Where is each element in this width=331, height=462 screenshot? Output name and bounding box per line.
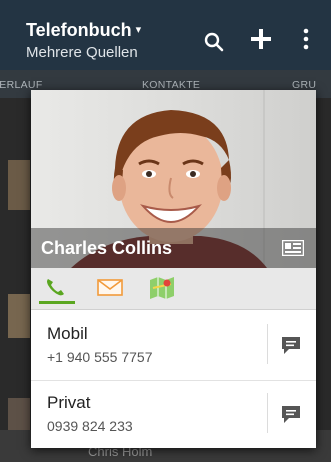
entry-phone-number: +1 940 555 7757 xyxy=(47,349,153,365)
contact-method-tabs xyxy=(31,268,316,310)
app-title-text: Telefonbuch xyxy=(26,20,132,40)
tab-map[interactable] xyxy=(145,274,181,304)
entry-phone-number: 0939 824 233 xyxy=(47,418,133,434)
phone-icon xyxy=(47,279,64,296)
entry-label: Privat xyxy=(47,393,91,412)
contact-name-bar: Charles Collins xyxy=(31,228,316,268)
app-subtitle: Mehrere Quellen xyxy=(26,44,138,61)
entry-label: Mobil xyxy=(47,324,88,343)
tab-phone[interactable] xyxy=(39,274,75,304)
contact-name: Charles Collins xyxy=(41,238,173,258)
phone-entry-home[interactable]: Privat 0939 824 233 xyxy=(31,380,316,448)
divider xyxy=(267,393,268,433)
add-contact-button[interactable] xyxy=(250,28,272,52)
mail-icon xyxy=(97,279,123,296)
message-icon[interactable] xyxy=(280,403,302,425)
app-header: Telefonbuch ▾ Mehrere Quellen xyxy=(0,0,331,70)
phone-entry-mobile[interactable]: Mobil +1 940 555 7757 xyxy=(31,312,316,380)
search-icon[interactable] xyxy=(204,32,224,56)
app-title[interactable]: Telefonbuch ▾ xyxy=(26,20,141,41)
message-icon[interactable] xyxy=(280,334,302,356)
contact-card-icon[interactable] xyxy=(282,240,304,256)
divider xyxy=(267,324,268,364)
chevron-down-icon: ▾ xyxy=(135,24,142,36)
contact-photo: Charles Collins xyxy=(31,90,316,268)
list-item xyxy=(8,160,30,210)
tab-mail[interactable] xyxy=(93,274,129,304)
map-icon xyxy=(150,277,174,299)
contact-card: Charles Collins Mobil +1 940 555 7757 Pr… xyxy=(31,90,316,448)
overflow-menu-icon[interactable] xyxy=(303,28,309,54)
list-item xyxy=(8,294,30,338)
